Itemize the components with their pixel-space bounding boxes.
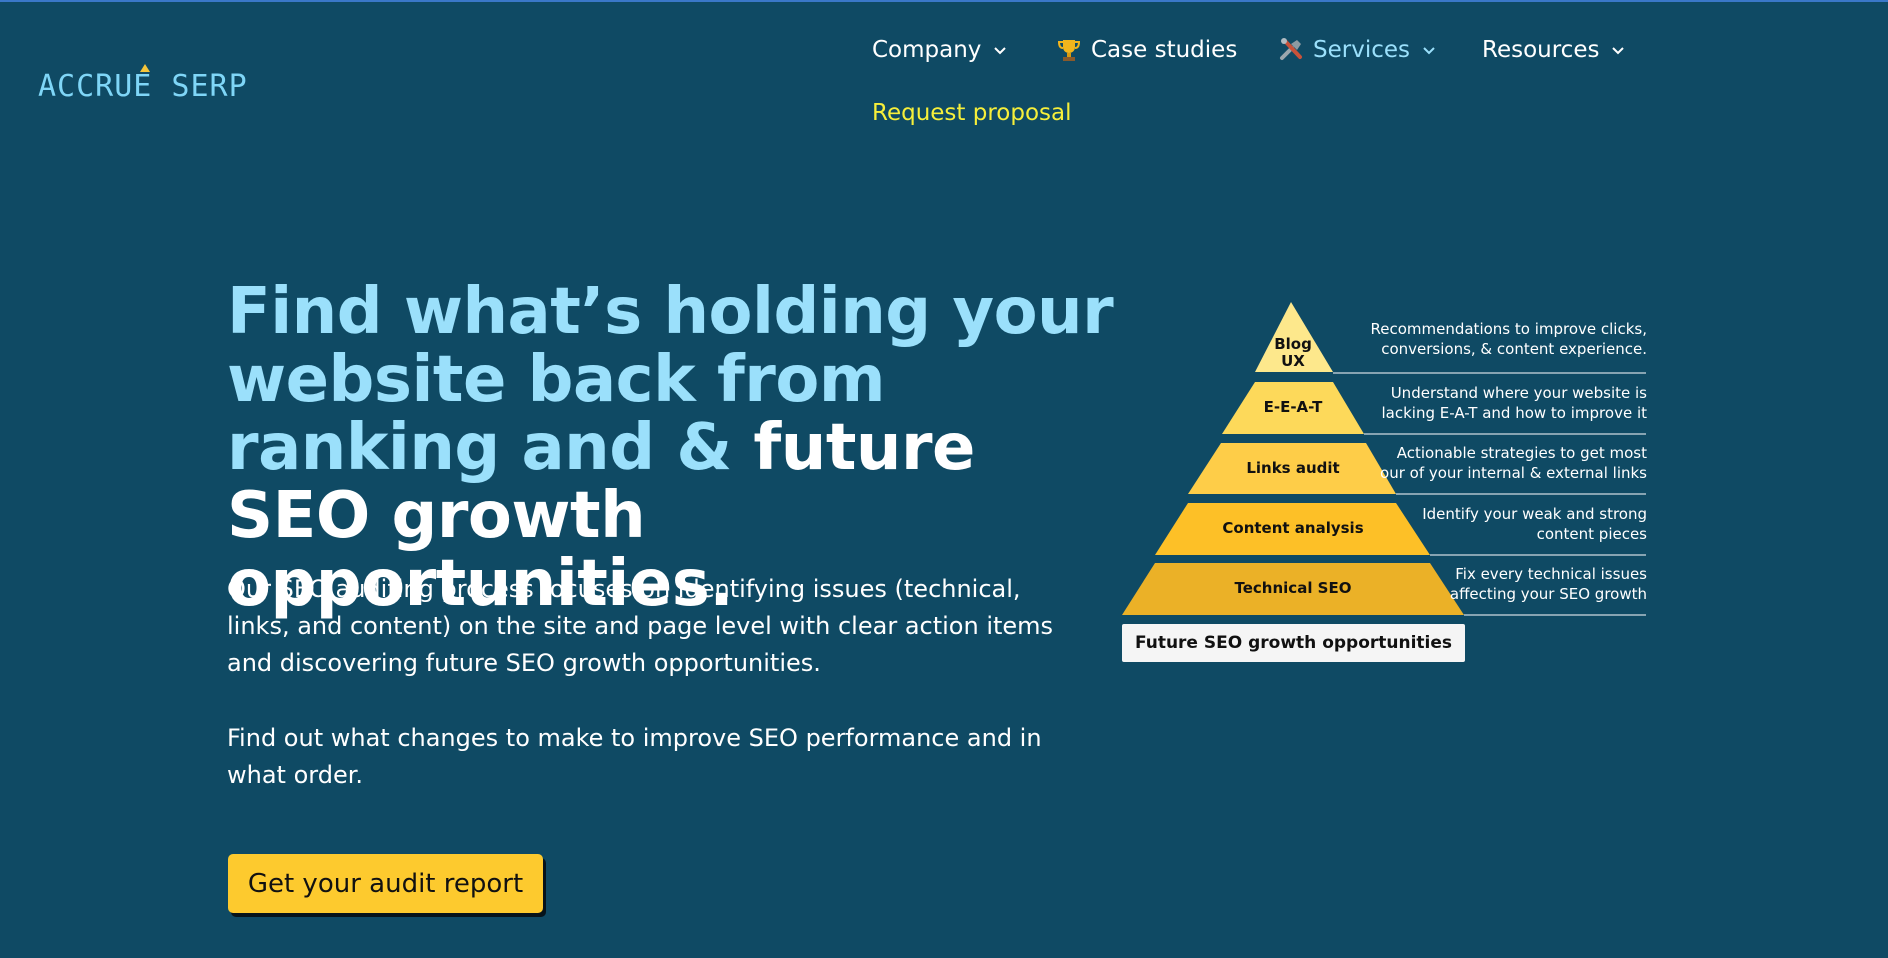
top-border	[0, 0, 1888, 2]
pyramid-label-eeat: E-E-A-T	[1263, 398, 1323, 416]
chevron-down-icon	[1612, 47, 1625, 55]
nav-company[interactable]: Company	[872, 30, 1007, 70]
request-proposal-link[interactable]: Request proposal	[872, 100, 1072, 126]
pyramid-desc-content: Identify your weak and strong content pi…	[1422, 505, 1647, 543]
accrue-serp-logo[interactable]: ACCRUE SERP	[38, 60, 263, 100]
pyramid-desc-links: Actionable strategies to get most our of…	[1380, 444, 1647, 482]
pyramid-desc-eeat: Understand where your website is lacking…	[1381, 384, 1648, 422]
pyramid-base-growth: Future SEO growth opportunities	[1122, 624, 1465, 662]
pyramid-label-blog-ux: Blog UX	[1274, 335, 1312, 370]
chevron-down-icon	[994, 47, 1007, 55]
trophy-icon	[1057, 40, 1081, 61]
hero-headline: Find what’s holding your website back fr…	[227, 278, 1127, 618]
hero-paragraph-1: Our SEO auditing process focuses on iden…	[227, 575, 1054, 677]
pyramid-label-links: Links audit	[1246, 459, 1340, 477]
svg-text:ACCRUE SERP: ACCRUE SERP	[38, 69, 248, 100]
nav-case-studies-label: Case studies	[1091, 37, 1238, 63]
pyramid-label-technical: Technical SEO	[1234, 579, 1352, 597]
tools-icon	[1280, 38, 1302, 60]
headline-highlight: Find what’s holding your website back fr…	[227, 275, 1114, 485]
chevron-down-icon	[1423, 47, 1435, 55]
pyramid-desc-blog-ux: Recommendations to improve clicks, conve…	[1370, 320, 1647, 358]
nav-resources[interactable]: Resources	[1482, 30, 1625, 70]
nav-services[interactable]: Services	[1277, 30, 1436, 70]
nav-company-label: Company	[872, 37, 982, 63]
nav-services-label: Services	[1313, 37, 1410, 63]
get-audit-report-button[interactable]: Get your audit report	[228, 854, 543, 913]
pyramid-desc-technical: Fix every technical issues affecting you…	[1449, 565, 1647, 603]
hero-paragraph-2: Find out what changes to make to improve…	[227, 724, 1042, 789]
seo-pyramid: Blog UX E-E-A-T Links audit Content anal…	[1118, 296, 1658, 676]
nav-resources-label: Resources	[1482, 37, 1600, 63]
nav-case-studies[interactable]: Case studies	[1055, 30, 1237, 70]
pyramid-label-content: Content analysis	[1222, 519, 1364, 537]
